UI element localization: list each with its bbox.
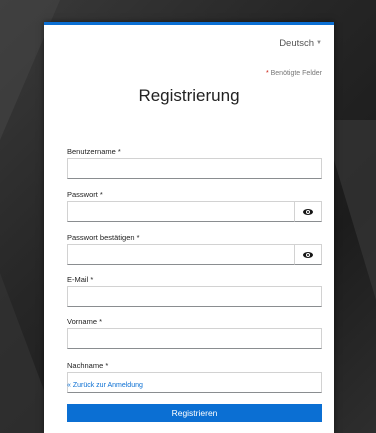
- language-selector[interactable]: Deutsch ▼: [279, 38, 322, 49]
- confirm-password-input[interactable]: [67, 244, 295, 265]
- required-fields-note: * Benötigte Felder: [266, 70, 322, 77]
- email-field-group: E-Mail *: [67, 275, 322, 307]
- email-input[interactable]: [67, 286, 322, 307]
- required-star: *: [265, 70, 269, 77]
- back-to-login-link[interactable]: « Zurück zur Anmeldung: [67, 382, 143, 389]
- show-confirm-password-button[interactable]: [295, 244, 322, 265]
- required-fields-text: Benötigte Felder: [270, 70, 322, 77]
- username-field-group: Benutzername *: [67, 147, 322, 179]
- first-name-field-group: Vorname *: [67, 317, 322, 349]
- page-title: Registrierung: [138, 86, 240, 105]
- language-label: Deutsch: [279, 38, 315, 49]
- registration-card: Deutsch ▼ * Benötigte Felder Registrierun…: [44, 22, 334, 433]
- first-name-input[interactable]: [67, 328, 322, 349]
- password-input[interactable]: [67, 201, 295, 222]
- show-password-button[interactable]: [295, 201, 322, 222]
- caret-down-icon: ▼: [316, 40, 322, 46]
- last-name-label: Nachname *: [67, 361, 109, 370]
- first-name-label: Vorname *: [67, 317, 103, 326]
- eye-icon: [303, 209, 313, 215]
- eye-icon: [303, 252, 313, 258]
- register-button[interactable]: Registrieren: [67, 404, 322, 422]
- confirm-password-field-group: Passwort bestätigen *: [67, 233, 322, 265]
- username-input[interactable]: [67, 158, 322, 179]
- email-label: E-Mail *: [67, 275, 94, 284]
- username-label: Benutzername *: [67, 147, 121, 156]
- password-field-group: Passwort *: [67, 190, 322, 222]
- password-label: Passwort *: [67, 190, 103, 199]
- confirm-password-label: Passwort bestätigen *: [67, 233, 140, 242]
